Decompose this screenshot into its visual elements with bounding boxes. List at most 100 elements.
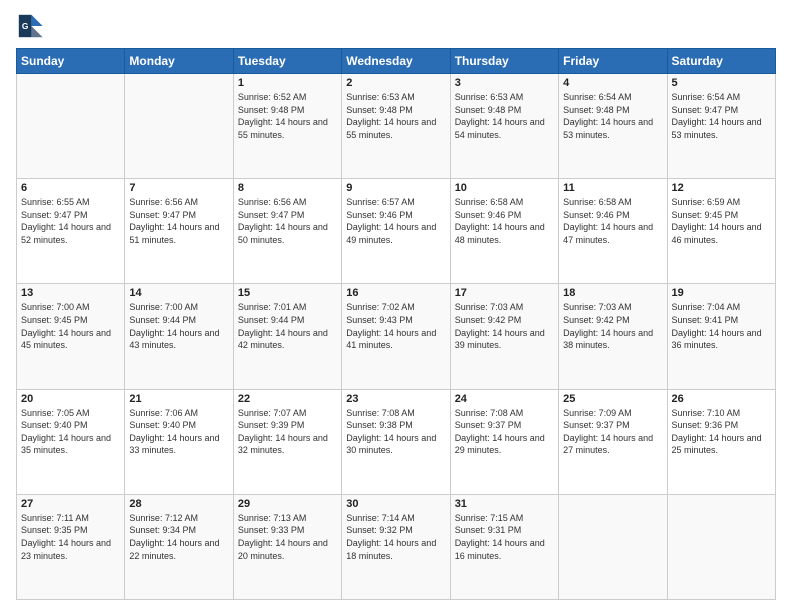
- cell-info: Sunrise: 7:05 AMSunset: 9:40 PMDaylight:…: [21, 407, 120, 457]
- calendar-cell: 26 Sunrise: 7:10 AMSunset: 9:36 PMDayligh…: [667, 389, 775, 494]
- calendar-cell: 2 Sunrise: 6:53 AMSunset: 9:48 PMDaylight…: [342, 74, 450, 179]
- header: G: [16, 12, 776, 40]
- day-number: 13: [21, 287, 120, 299]
- calendar-cell: 20Sunrise: 7:05 AMSunset: 9:40 PMDayligh…: [17, 389, 125, 494]
- logo-icon: G: [16, 12, 44, 40]
- calendar-cell: 30 Sunrise: 7:14 AMSunset: 9:32 PMDayligh…: [342, 494, 450, 599]
- day-number: 22: [238, 393, 337, 405]
- calendar-cell: 16 Sunrise: 7:02 AMSunset: 9:43 PMDayligh…: [342, 284, 450, 389]
- weekday-header-row: SundayMondayTuesdayWednesdayThursdayFrid…: [17, 49, 776, 74]
- cell-info: Sunrise: 6:59 AMSunset: 9:45 PMDaylight:…: [672, 196, 771, 246]
- cell-info: Sunrise: 7:08 AMSunset: 9:38 PMDaylight:…: [346, 407, 445, 457]
- calendar-cell: 6Sunrise: 6:55 AMSunset: 9:47 PMDaylight…: [17, 179, 125, 284]
- cell-info: Sunrise: 7:08 AMSunset: 9:37 PMDaylight:…: [455, 407, 554, 457]
- cell-info: Sunrise: 7:11 AMSunset: 9:35 PMDaylight:…: [21, 512, 120, 562]
- page: G SundayMondayTuesdayWednesdayThursdayFr…: [0, 0, 792, 612]
- calendar-cell: 12 Sunrise: 6:59 AMSunset: 9:45 PMDayligh…: [667, 179, 775, 284]
- calendar-cell: 14Sunrise: 7:00 AMSunset: 9:44 PMDayligh…: [125, 284, 233, 389]
- day-number: 3: [455, 77, 554, 89]
- day-number: 1: [238, 77, 337, 89]
- calendar-cell: 25 Sunrise: 7:09 AMSunset: 9:37 PMDayligh…: [559, 389, 667, 494]
- weekday-friday: Friday: [559, 49, 667, 74]
- cell-info: Sunrise: 7:09 AMSunset: 9:37 PMDaylight:…: [563, 407, 662, 457]
- cell-info: Sunrise: 6:56 AMSunset: 9:47 PMDaylight:…: [238, 196, 337, 246]
- cell-info: Sunrise: 6:54 AMSunset: 9:47 PMDaylight:…: [672, 91, 771, 141]
- day-number: 21: [129, 393, 228, 405]
- day-number: 6: [21, 182, 120, 194]
- cell-info: Sunrise: 6:58 AMSunset: 9:46 PMDaylight:…: [455, 196, 554, 246]
- day-number: 29: [238, 498, 337, 510]
- svg-text:G: G: [22, 21, 29, 31]
- cell-info: Sunrise: 7:04 AMSunset: 9:41 PMDaylight:…: [672, 301, 771, 351]
- cell-info: Sunrise: 6:53 AMSunset: 9:48 PMDaylight:…: [346, 91, 445, 141]
- day-number: 25: [563, 393, 662, 405]
- logo: G: [16, 12, 46, 40]
- calendar-cell: [125, 74, 233, 179]
- calendar-cell: 15 Sunrise: 7:01 AMSunset: 9:44 PMDayligh…: [233, 284, 341, 389]
- day-number: 14: [129, 287, 228, 299]
- cell-info: Sunrise: 7:03 AMSunset: 9:42 PMDaylight:…: [455, 301, 554, 351]
- day-number: 16: [346, 287, 445, 299]
- cell-info: Sunrise: 6:58 AMSunset: 9:46 PMDaylight:…: [563, 196, 662, 246]
- calendar-cell: 27Sunrise: 7:11 AMSunset: 9:35 PMDayligh…: [17, 494, 125, 599]
- weekday-wednesday: Wednesday: [342, 49, 450, 74]
- calendar-week-3: 13Sunrise: 7:00 AMSunset: 9:45 PMDayligh…: [17, 284, 776, 389]
- cell-info: Sunrise: 7:13 AMSunset: 9:33 PMDaylight:…: [238, 512, 337, 562]
- cell-info: Sunrise: 7:01 AMSunset: 9:44 PMDaylight:…: [238, 301, 337, 351]
- cell-info: Sunrise: 7:10 AMSunset: 9:36 PMDaylight:…: [672, 407, 771, 457]
- cell-info: Sunrise: 6:54 AMSunset: 9:48 PMDaylight:…: [563, 91, 662, 141]
- calendar-cell: 7Sunrise: 6:56 AMSunset: 9:47 PMDaylight…: [125, 179, 233, 284]
- cell-info: Sunrise: 6:57 AMSunset: 9:46 PMDaylight:…: [346, 196, 445, 246]
- cell-info: Sunrise: 6:52 AMSunset: 9:48 PMDaylight:…: [238, 91, 337, 141]
- calendar-cell: [559, 494, 667, 599]
- calendar-cell: [667, 494, 775, 599]
- day-number: 2: [346, 77, 445, 89]
- day-number: 8: [238, 182, 337, 194]
- calendar-cell: 1 Sunrise: 6:52 AMSunset: 9:48 PMDaylight…: [233, 74, 341, 179]
- calendar-cell: 18Sunrise: 7:03 AMSunset: 9:42 PMDayligh…: [559, 284, 667, 389]
- calendar-cell: 17 Sunrise: 7:03 AMSunset: 9:42 PMDayligh…: [450, 284, 558, 389]
- weekday-monday: Monday: [125, 49, 233, 74]
- day-number: 17: [455, 287, 554, 299]
- calendar-table: SundayMondayTuesdayWednesdayThursdayFrid…: [16, 48, 776, 600]
- calendar-cell: 23Sunrise: 7:08 AMSunset: 9:38 PMDayligh…: [342, 389, 450, 494]
- calendar-cell: 9 Sunrise: 6:57 AMSunset: 9:46 PMDaylight…: [342, 179, 450, 284]
- day-number: 12: [672, 182, 771, 194]
- weekday-tuesday: Tuesday: [233, 49, 341, 74]
- calendar-week-1: 1 Sunrise: 6:52 AMSunset: 9:48 PMDaylight…: [17, 74, 776, 179]
- calendar-cell: 29 Sunrise: 7:13 AMSunset: 9:33 PMDayligh…: [233, 494, 341, 599]
- calendar-cell: 22 Sunrise: 7:07 AMSunset: 9:39 PMDayligh…: [233, 389, 341, 494]
- calendar-cell: 10 Sunrise: 6:58 AMSunset: 9:46 PMDayligh…: [450, 179, 558, 284]
- calendar-cell: 8 Sunrise: 6:56 AMSunset: 9:47 PMDaylight…: [233, 179, 341, 284]
- calendar-header: SundayMondayTuesdayWednesdayThursdayFrid…: [17, 49, 776, 74]
- calendar-cell: 24 Sunrise: 7:08 AMSunset: 9:37 PMDayligh…: [450, 389, 558, 494]
- weekday-saturday: Saturday: [667, 49, 775, 74]
- cell-info: Sunrise: 7:02 AMSunset: 9:43 PMDaylight:…: [346, 301, 445, 351]
- day-number: 15: [238, 287, 337, 299]
- day-number: 28: [129, 498, 228, 510]
- day-number: 26: [672, 393, 771, 405]
- calendar-cell: 19 Sunrise: 7:04 AMSunset: 9:41 PMDayligh…: [667, 284, 775, 389]
- day-number: 4: [563, 77, 662, 89]
- day-number: 19: [672, 287, 771, 299]
- calendar-week-5: 27Sunrise: 7:11 AMSunset: 9:35 PMDayligh…: [17, 494, 776, 599]
- calendar-cell: [17, 74, 125, 179]
- day-number: 31: [455, 498, 554, 510]
- calendar-week-4: 20Sunrise: 7:05 AMSunset: 9:40 PMDayligh…: [17, 389, 776, 494]
- calendar-cell: 21Sunrise: 7:06 AMSunset: 9:40 PMDayligh…: [125, 389, 233, 494]
- weekday-sunday: Sunday: [17, 49, 125, 74]
- calendar-cell: 28Sunrise: 7:12 AMSunset: 9:34 PMDayligh…: [125, 494, 233, 599]
- calendar-week-2: 6Sunrise: 6:55 AMSunset: 9:47 PMDaylight…: [17, 179, 776, 284]
- cell-info: Sunrise: 7:14 AMSunset: 9:32 PMDaylight:…: [346, 512, 445, 562]
- cell-info: Sunrise: 6:56 AMSunset: 9:47 PMDaylight:…: [129, 196, 228, 246]
- calendar-cell: 4 Sunrise: 6:54 AMSunset: 9:48 PMDaylight…: [559, 74, 667, 179]
- cell-info: Sunrise: 7:07 AMSunset: 9:39 PMDaylight:…: [238, 407, 337, 457]
- calendar-cell: 11Sunrise: 6:58 AMSunset: 9:46 PMDayligh…: [559, 179, 667, 284]
- day-number: 10: [455, 182, 554, 194]
- day-number: 9: [346, 182, 445, 194]
- day-number: 24: [455, 393, 554, 405]
- day-number: 5: [672, 77, 771, 89]
- day-number: 30: [346, 498, 445, 510]
- calendar-body: 1 Sunrise: 6:52 AMSunset: 9:48 PMDaylight…: [17, 74, 776, 600]
- cell-info: Sunrise: 6:53 AMSunset: 9:48 PMDaylight:…: [455, 91, 554, 141]
